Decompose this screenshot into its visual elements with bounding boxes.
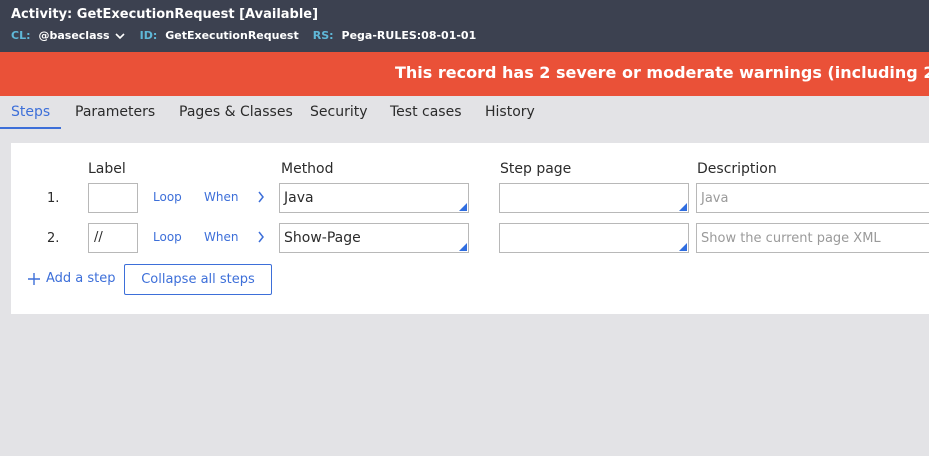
- description-field[interactable]: Java: [696, 183, 929, 213]
- loop-link[interactable]: Loop: [153, 190, 182, 204]
- tab-test-cases[interactable]: Test cases: [390, 104, 462, 120]
- column-header-step-page: Step page: [500, 161, 572, 177]
- rule-meta: CL: @baseclass ID: GetExecutionRequest R…: [11, 29, 490, 42]
- method-value: Show-Page: [284, 230, 361, 246]
- id-key: ID:: [139, 29, 158, 42]
- autocomplete-corner-icon: [679, 203, 687, 211]
- description-field[interactable]: Show the current page XML: [696, 223, 929, 253]
- class-value[interactable]: @baseclass: [38, 29, 109, 42]
- chevron-down-icon[interactable]: [114, 31, 126, 41]
- collapse-all-steps-button[interactable]: Collapse all steps: [124, 264, 272, 295]
- method-value: Java: [284, 190, 314, 206]
- column-header-method: Method: [281, 161, 334, 177]
- step-page-field[interactable]: [499, 183, 689, 213]
- tab-steps[interactable]: Steps: [11, 104, 50, 120]
- autocomplete-corner-icon: [679, 243, 687, 251]
- warning-text[interactable]: This record has 2 severe or moderate war…: [395, 63, 929, 82]
- class-key: CL:: [11, 29, 31, 42]
- availability-status[interactable]: [Available]: [239, 7, 318, 22]
- step-page-field[interactable]: [499, 223, 689, 253]
- step-number: 1.: [47, 191, 60, 206]
- ruleset-value[interactable]: Pega-RULES:08-01-01: [342, 29, 477, 42]
- tab-security[interactable]: Security: [310, 104, 368, 120]
- autocomplete-corner-icon: [459, 203, 467, 211]
- when-link[interactable]: When: [204, 230, 238, 244]
- tab-history[interactable]: History: [485, 104, 535, 120]
- id-value: GetExecutionRequest: [165, 29, 299, 42]
- ruleset-key: RS:: [312, 29, 334, 42]
- column-header-description: Description: [697, 161, 777, 177]
- tab-parameters[interactable]: Parameters: [75, 104, 155, 120]
- autocomplete-corner-icon: [459, 243, 467, 251]
- active-tab-indicator: [0, 127, 61, 129]
- rule-title-text: Activity: GetExecutionRequest: [11, 7, 235, 22]
- add-step-label: Add a step: [46, 271, 116, 286]
- tab-pages-classes[interactable]: Pages & Classes: [179, 104, 293, 120]
- tab-bar: Steps Parameters Pages & Classes Securit…: [0, 96, 929, 129]
- add-step-button[interactable]: Add a step: [27, 271, 116, 286]
- plus-icon: [28, 272, 40, 285]
- step-number: 2.: [47, 231, 60, 246]
- warning-banner: This record has 2 severe or moderate war…: [0, 52, 929, 96]
- method-field[interactable]: Show-Page: [279, 223, 469, 253]
- chevron-right-icon[interactable]: [256, 230, 266, 244]
- loop-link[interactable]: Loop: [153, 230, 182, 244]
- column-header-label: Label: [88, 161, 126, 177]
- method-field[interactable]: Java: [279, 183, 469, 213]
- step-label-input[interactable]: [88, 183, 138, 213]
- chevron-right-icon[interactable]: [256, 190, 266, 204]
- step-label-input[interactable]: //: [88, 223, 138, 253]
- when-link[interactable]: When: [204, 190, 238, 204]
- rule-title: Activity: GetExecutionRequest [Available…: [11, 7, 318, 22]
- rule-header: Activity: GetExecutionRequest [Available…: [0, 0, 929, 52]
- steps-panel: Label Method Step page Description 1. Lo…: [11, 143, 929, 314]
